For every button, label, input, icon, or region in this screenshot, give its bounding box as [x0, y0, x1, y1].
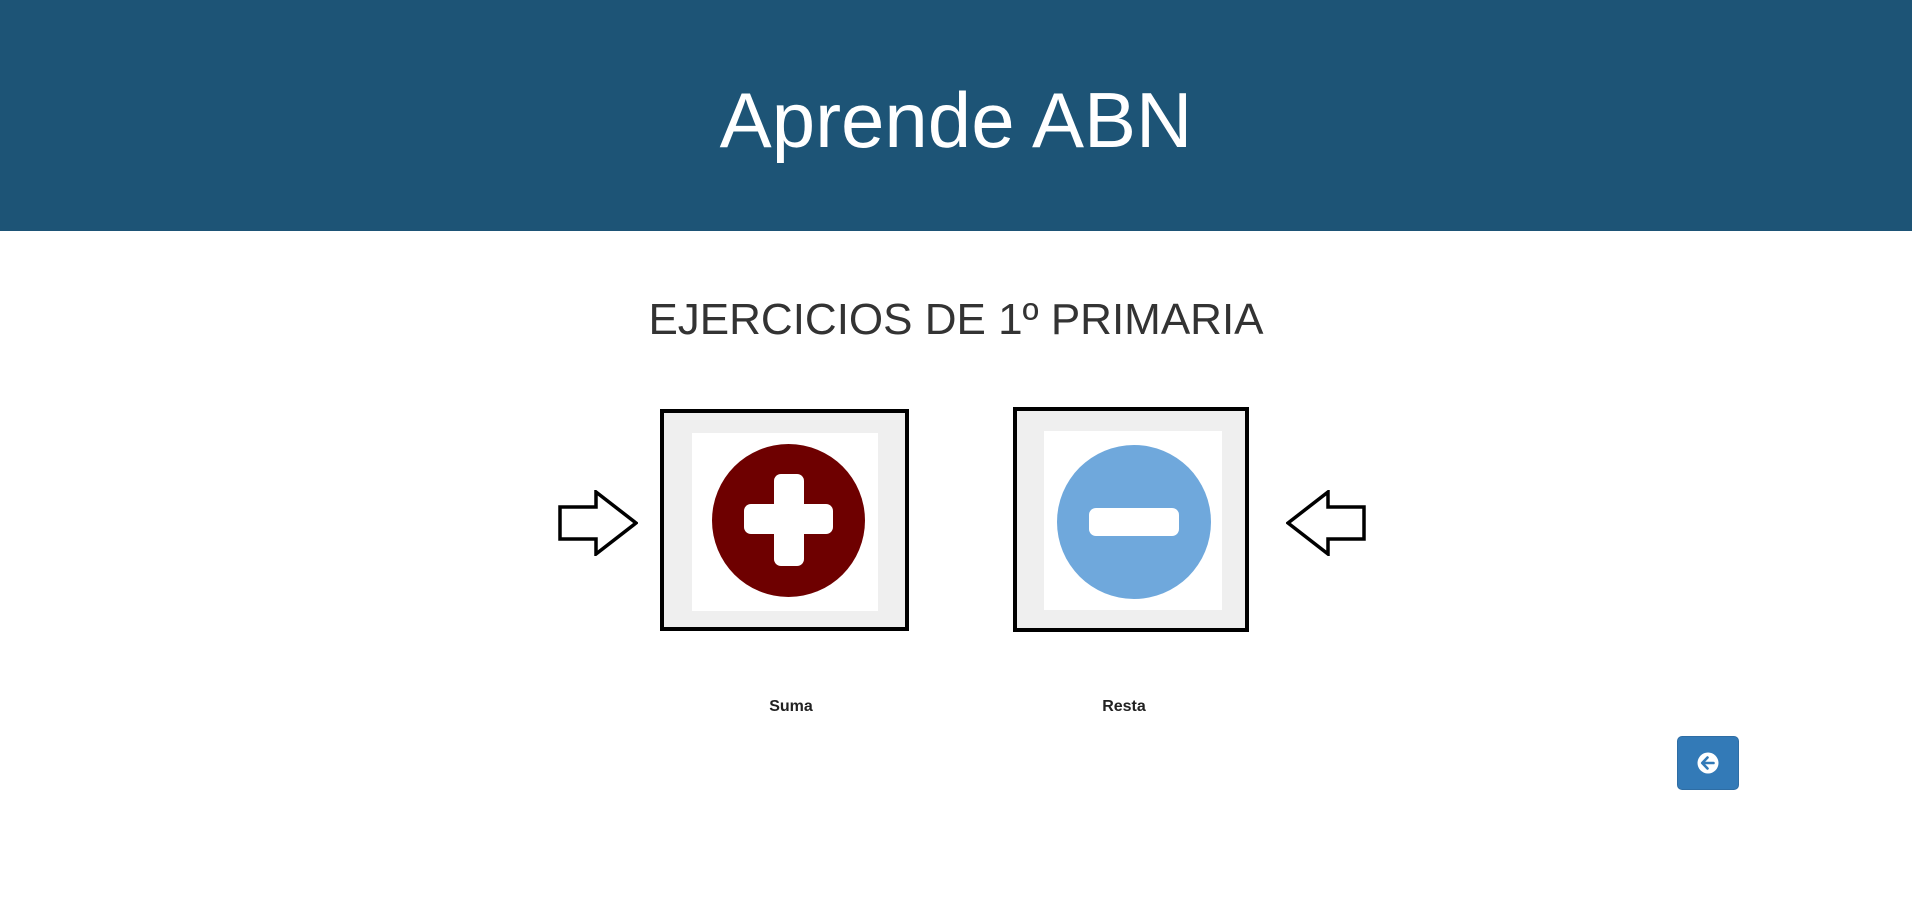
back-button[interactable]	[1677, 736, 1739, 790]
suma-label[interactable]: Suma	[711, 697, 871, 717]
resta-label[interactable]: Resta	[1044, 697, 1204, 717]
arrow-right-icon	[558, 490, 638, 556]
arrow-circle-left-icon	[1697, 752, 1719, 774]
section-title: EJERCICIOS DE 1º PRIMARIA	[648, 295, 1264, 344]
resta-card[interactable]	[1013, 407, 1249, 632]
minus-circle-icon	[1057, 445, 1211, 599]
app-title: Aprende ABN	[719, 76, 1193, 164]
suma-icon-background	[692, 433, 878, 611]
arrow-left-icon	[1286, 490, 1366, 556]
page: Aprende ABN EJERCICIOS DE 1º PRIMARIA Su…	[0, 0, 1912, 921]
resta-icon-background	[1044, 431, 1222, 610]
plus-circle-icon	[712, 444, 865, 597]
suma-card[interactable]	[660, 409, 909, 631]
header-banner: Aprende ABN	[0, 0, 1912, 231]
